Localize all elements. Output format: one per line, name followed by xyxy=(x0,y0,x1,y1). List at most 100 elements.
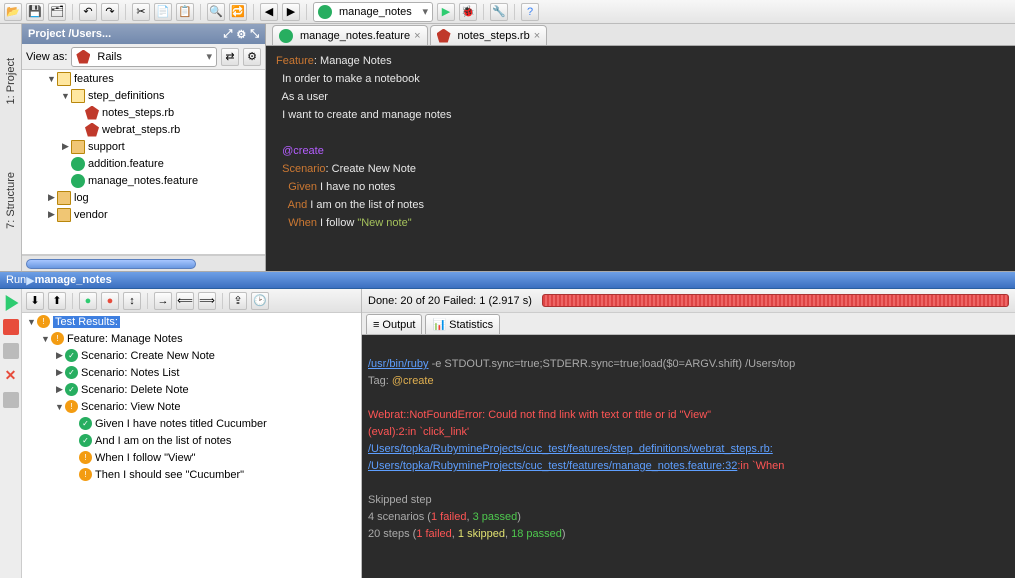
collapse-all-icon[interactable]: ⬆ xyxy=(48,292,66,310)
run-panel-header: Run ▶ manage_notes xyxy=(0,272,1015,289)
close-icon[interactable]: × xyxy=(414,30,420,42)
settings-icon[interactable]: 🔧 xyxy=(490,3,508,21)
test-tree-row[interactable]: ✓And I am on the list of notes xyxy=(22,432,361,449)
tree-arrow-icon[interactable]: ▶ xyxy=(46,192,57,203)
editor-tab-label: notes_steps.rb xyxy=(458,30,530,42)
tree-arrow-icon[interactable]: ▶ xyxy=(46,209,57,220)
tab-project[interactable]: 1: Project xyxy=(3,54,19,108)
cuke-icon xyxy=(71,174,85,188)
tree-row[interactable]: webrat_steps.rb xyxy=(22,121,265,138)
tree-row[interactable]: ▶vendor xyxy=(22,206,265,223)
tab-output[interactable]: ≡Output xyxy=(366,314,422,334)
undo-icon[interactable]: ↶ xyxy=(79,3,97,21)
help-icon[interactable]: ? xyxy=(521,3,539,21)
test-tree-row[interactable]: ▼!Test Results: xyxy=(22,313,361,330)
test-tree-row[interactable]: !When I follow "View" xyxy=(22,449,361,466)
settings-icon[interactable]: ⚙ xyxy=(243,48,261,66)
test-tree-row[interactable]: ▶✓Scenario: Notes List xyxy=(22,364,361,381)
back-icon[interactable]: ◀ xyxy=(260,3,278,21)
rerun-icon[interactable] xyxy=(3,295,19,311)
tree-row[interactable]: manage_notes.feature xyxy=(22,172,265,189)
chevron-down-icon: ▾ xyxy=(206,50,212,63)
pass-icon: ✓ xyxy=(65,383,78,396)
test-tree-row[interactable]: ▼!Feature: Manage Notes xyxy=(22,330,361,347)
scrollbar-thumb[interactable] xyxy=(26,259,196,269)
tree-row[interactable]: addition.feature xyxy=(22,155,265,172)
tree-item-label: manage_notes.feature xyxy=(88,175,198,187)
tree-row[interactable]: ▶support xyxy=(22,138,265,155)
test-tree-row[interactable]: ▼!Scenario: View Note xyxy=(22,398,361,415)
run-config-label: manage_notes xyxy=(339,6,412,18)
autoscroll-source-icon[interactable]: → xyxy=(154,292,172,310)
hide-icon[interactable]: ⤡ xyxy=(250,28,259,41)
cut-icon[interactable]: ✂ xyxy=(132,3,150,21)
tree-arrow-icon[interactable]: ▼ xyxy=(60,91,71,101)
run-icon[interactable]: ▶ xyxy=(437,3,455,21)
editor-tab[interactable]: manage_notes.feature× xyxy=(272,25,428,45)
tree-arrow-icon[interactable]: ▼ xyxy=(40,334,51,344)
debug-icon[interactable]: 🐞 xyxy=(459,3,477,21)
test-tree-row[interactable]: ✓Given I have notes titled Cucumber xyxy=(22,415,361,432)
tree-row[interactable]: ▶log xyxy=(22,189,265,206)
open-icon[interactable]: 📂 xyxy=(4,3,22,21)
select-first-failed-icon[interactable]: ⟸ xyxy=(176,292,194,310)
pause-icon[interactable] xyxy=(3,343,19,359)
ruby-icon xyxy=(437,29,451,43)
tree-arrow-icon[interactable]: ▼ xyxy=(46,74,57,84)
paste-icon[interactable]: 📋 xyxy=(176,3,194,21)
close-icon[interactable]: × xyxy=(534,30,540,42)
tree-arrow-icon[interactable]: ▶ xyxy=(54,367,65,378)
test-tree-label: Scenario: Delete Note xyxy=(81,384,189,396)
test-tree-label: Given I have notes titled Cucumber xyxy=(95,418,267,430)
rails-icon xyxy=(76,50,90,64)
code-editor[interactable]: Feature: Manage Notes In order to make a… xyxy=(266,46,1015,271)
find-icon[interactable]: 🔍 xyxy=(207,3,225,21)
console-output[interactable]: /usr/bin/ruby -e STDOUT.sync=true;STDERR… xyxy=(362,335,1015,578)
main-toolbar: 📂 💾 🗂 ↶ ↷ ✂ 📄 📋 🔍 🔁 ◀ ▶ manage_notes ▾ ▶… xyxy=(0,0,1015,24)
run-config-combo[interactable]: manage_notes ▾ xyxy=(313,2,433,22)
autoscroll-icon[interactable]: ⇄ xyxy=(221,48,239,66)
test-results-tree[interactable]: ▼!Test Results:▼!Feature: Manage Notes▶✓… xyxy=(22,313,361,578)
copy-icon[interactable]: 📄 xyxy=(154,3,172,21)
sort-icon[interactable]: ↕ xyxy=(123,292,141,310)
tree-row[interactable]: notes_steps.rb xyxy=(22,104,265,121)
filter-failed-icon[interactable]: ● xyxy=(101,292,119,310)
tree-arrow-icon[interactable]: ▼ xyxy=(26,317,37,327)
filter-passed-icon[interactable]: ● xyxy=(79,292,97,310)
history-icon[interactable]: 🕑 xyxy=(251,292,269,310)
redo-icon[interactable]: ↷ xyxy=(101,3,119,21)
test-tree-row[interactable]: ▶✓Scenario: Create New Note xyxy=(22,347,361,364)
project-tree[interactable]: ▼features▼step_definitionsnotes_steps.rb… xyxy=(22,70,265,255)
collapse-icon[interactable]: ⤢ xyxy=(224,28,233,41)
expand-all-icon[interactable]: ⬇ xyxy=(26,292,44,310)
test-tree-row[interactable]: ▶✓Scenario: Delete Note xyxy=(22,381,361,398)
horizontal-scrollbar[interactable] xyxy=(22,255,265,271)
tree-row[interactable]: ▼features xyxy=(22,70,265,87)
ruby-icon xyxy=(85,106,99,120)
view-as-label: View as: xyxy=(26,51,67,63)
view-as-combo[interactable]: Rails ▾ xyxy=(71,47,217,67)
ruby-icon xyxy=(85,123,99,137)
tree-arrow-icon[interactable]: ▶ xyxy=(60,141,71,152)
tree-arrow-icon[interactable]: ▶ xyxy=(54,350,65,361)
stop-icon[interactable] xyxy=(3,319,19,335)
tree-arrow-icon[interactable]: ▶ xyxy=(54,384,65,395)
tab-structure[interactable]: 7: Structure xyxy=(3,168,19,233)
run-panel: ✕ ⬇ ⬆ ● ● ↕ → ⟸ ⟹ ⇪ 🕑 ▼!Test Results:▼!F… xyxy=(0,289,1015,578)
test-tree-label: Scenario: View Note xyxy=(81,401,180,413)
test-tree-row[interactable]: !Then I should see "Cucumber" xyxy=(22,466,361,483)
folder-icon xyxy=(57,208,71,222)
tree-row[interactable]: ▼step_definitions xyxy=(22,87,265,104)
gear-icon[interactable]: ⚙ xyxy=(236,28,246,41)
editor-tab[interactable]: notes_steps.rb × xyxy=(430,25,548,45)
pin-icon[interactable] xyxy=(3,392,19,408)
forward-icon[interactable]: ▶ xyxy=(282,3,300,21)
close-icon[interactable]: ✕ xyxy=(5,367,17,384)
replace-icon[interactable]: 🔁 xyxy=(229,3,247,21)
tree-arrow-icon[interactable]: ▼ xyxy=(54,402,65,412)
select-next-failed-icon[interactable]: ⟹ xyxy=(198,292,216,310)
save-all-icon[interactable]: 🗂 xyxy=(48,3,66,21)
tab-statistics[interactable]: 📊Statistics xyxy=(425,314,500,334)
save-icon[interactable]: 💾 xyxy=(26,3,44,21)
export-icon[interactable]: ⇪ xyxy=(229,292,247,310)
